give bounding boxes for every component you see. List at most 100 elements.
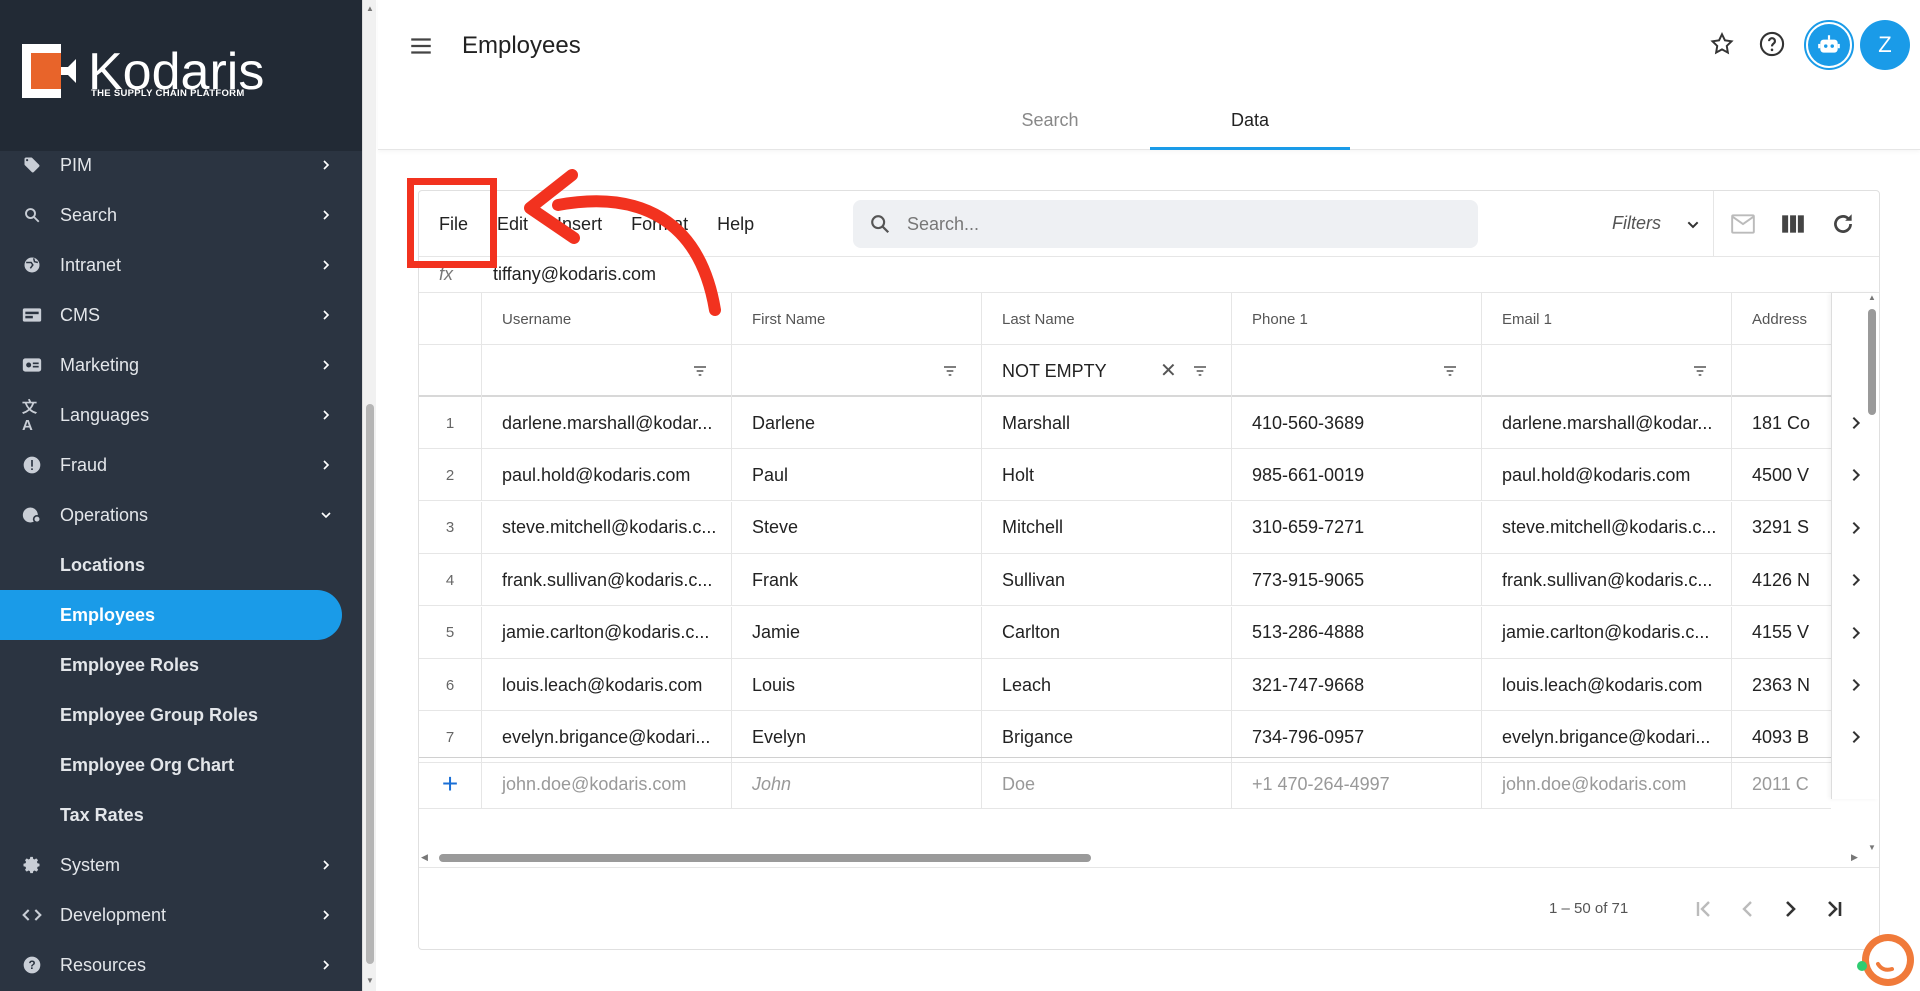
cell-first-name[interactable]: Darlene: [732, 397, 982, 449]
row-expand-chevron-icon[interactable]: [1848, 625, 1864, 641]
sidebar-subitem-employee-org-chart[interactable]: Employee Org Chart: [0, 740, 362, 790]
assistant-bot-button[interactable]: [1804, 20, 1854, 70]
cell-last-name[interactable]: Leach: [982, 659, 1232, 711]
sidebar-subitem-tax-rates[interactable]: Tax Rates: [0, 790, 362, 840]
brand-logo[interactable]: Kodaris THE SUPPLY CHAIN PLATFORM: [0, 0, 362, 151]
column-header-phone-1[interactable]: Phone 1: [1232, 293, 1482, 345]
scroll-down-icon[interactable]: ▼: [366, 976, 374, 985]
cell-email-1[interactable]: darlene.marshall@kodar...: [1482, 397, 1732, 449]
filter-cell-phone-1[interactable]: [1232, 345, 1482, 397]
vertical-scrollbar[interactable]: ▲ ▼: [1865, 293, 1879, 858]
cell-email-1[interactable]: frank.sullivan@kodaris.c...: [1482, 554, 1732, 607]
new-row-phone-1[interactable]: +1 470-264-4997: [1232, 758, 1482, 808]
cell-username[interactable]: louis.leach@kodaris.com: [482, 659, 732, 711]
sidebar-subitem-employee-group-roles[interactable]: Employee Group Roles: [0, 690, 362, 740]
scroll-up-icon[interactable]: ▲: [366, 4, 374, 13]
scroll-right-icon[interactable]: ▶: [1851, 852, 1858, 863]
filter-icon[interactable]: [692, 363, 708, 379]
cell-username[interactable]: frank.sullivan@kodaris.c...: [482, 554, 732, 607]
column-header-first-name[interactable]: First Name: [732, 293, 982, 345]
scroll-left-icon[interactable]: ◀: [421, 852, 428, 863]
sidebar-item-development[interactable]: Development: [0, 890, 362, 940]
table-row[interactable]: 2 paul.hold@kodaris.com Paul Holt 985-661-00…: [419, 449, 1831, 502]
sidebar-item-operations[interactable]: Operations: [0, 490, 362, 540]
new-row-email-1[interactable]: john.doe@kodaris.com: [1482, 758, 1732, 808]
new-row-address[interactable]: 2011 C: [1732, 758, 1831, 808]
first-page-button[interactable]: [1689, 894, 1719, 924]
tab-data[interactable]: Data: [1150, 100, 1350, 150]
cell-address[interactable]: 2363 N: [1732, 659, 1831, 711]
sidebar-subitem-employees[interactable]: Employees: [0, 590, 342, 640]
sidebar-item-search[interactable]: Search: [0, 190, 362, 240]
email-icon[interactable]: [1730, 211, 1756, 237]
row-expand-chevron-icon[interactable]: [1848, 677, 1864, 693]
scrollbar-thumb[interactable]: [439, 854, 1091, 862]
filter-cell-email-1[interactable]: [1482, 345, 1732, 397]
filter-icon[interactable]: [1692, 363, 1708, 379]
cell-last-name[interactable]: Mitchell: [982, 501, 1232, 554]
table-row[interactable]: 6 louis.leach@kodaris.com Louis Leach 321-74…: [419, 659, 1831, 711]
sidebar-item-marketing[interactable]: Marketing: [0, 340, 362, 390]
cell-last-name[interactable]: Marshall: [982, 397, 1232, 449]
scroll-up-icon[interactable]: ▲: [1868, 293, 1876, 302]
table-row[interactable]: 7 evelyn.brigance@kodari... Evelyn Brigance…: [419, 711, 1831, 764]
cell-phone-1[interactable]: 321-747-9668: [1232, 659, 1482, 711]
cell-address[interactable]: 3291 S: [1732, 502, 1831, 554]
column-header-address[interactable]: Address: [1732, 293, 1831, 345]
last-page-button[interactable]: [1819, 894, 1849, 924]
grid-search-input[interactable]: [907, 208, 1447, 240]
help-icon[interactable]: [1752, 24, 1792, 64]
cell-first-name[interactable]: Jamie: [732, 606, 982, 659]
cell-email-1[interactable]: evelyn.brigance@kodari...: [1482, 711, 1732, 764]
cell-last-name[interactable]: Sullivan: [982, 554, 1232, 607]
prev-page-button[interactable]: [1733, 894, 1763, 924]
next-page-button[interactable]: [1775, 894, 1805, 924]
cell-last-name[interactable]: Brigance: [982, 711, 1232, 764]
row-expand-chevron-icon[interactable]: [1848, 729, 1864, 745]
cell-username[interactable]: paul.hold@kodaris.com: [482, 449, 732, 502]
cell-phone-1[interactable]: 513-286-4888: [1232, 606, 1482, 659]
user-avatar[interactable]: Z: [1860, 20, 1910, 70]
row-expand-chevron-icon[interactable]: [1848, 572, 1864, 588]
cell-first-name[interactable]: Steve: [732, 501, 982, 554]
sidebar-item-resources[interactable]: ? Resources: [0, 940, 362, 990]
sidebar-subitem-locations[interactable]: Locations: [0, 540, 362, 590]
cell-email-1[interactable]: paul.hold@kodaris.com: [1482, 449, 1732, 502]
filter-cell-last-name[interactable]: NOT EMPTY ✕: [982, 345, 1232, 397]
horizontal-scrollbar[interactable]: ◀ ▶: [419, 851, 1865, 865]
sidebar-item-intranet[interactable]: Intranet: [0, 240, 362, 290]
cell-address[interactable]: 181 Co: [1732, 397, 1831, 449]
cell-address[interactable]: 4155 V: [1732, 607, 1831, 659]
chevron-down-icon[interactable]: [1685, 217, 1701, 233]
cell-address[interactable]: 4126 N: [1732, 554, 1831, 606]
sidebar-item-pim[interactable]: PIM: [0, 140, 362, 190]
sidebar-item-languages[interactable]: 文A Languages: [0, 390, 362, 440]
row-expand-chevron-icon[interactable]: [1848, 520, 1864, 536]
cell-first-name[interactable]: Evelyn: [732, 711, 982, 764]
cell-email-1[interactable]: louis.leach@kodaris.com: [1482, 659, 1732, 711]
cell-email-1[interactable]: jamie.carlton@kodaris.c...: [1482, 606, 1732, 659]
favorite-star-icon[interactable]: [1702, 24, 1742, 64]
cell-phone-1[interactable]: 734-796-0957: [1232, 711, 1482, 764]
columns-icon[interactable]: [1780, 211, 1806, 237]
refresh-icon[interactable]: [1830, 211, 1856, 237]
row-expand-chevron-icon[interactable]: [1848, 467, 1864, 483]
cell-username[interactable]: evelyn.brigance@kodari...: [482, 711, 732, 764]
cell-last-name[interactable]: Holt: [982, 449, 1232, 502]
sidebar-item-cms[interactable]: CMS: [0, 290, 362, 340]
column-header-email-1[interactable]: Email 1: [1482, 293, 1732, 345]
row-expand-chevron-icon[interactable]: [1848, 415, 1864, 431]
cell-email-1[interactable]: steve.mitchell@kodaris.c...: [1482, 501, 1732, 554]
column-header-last-name[interactable]: Last Name: [982, 293, 1232, 345]
cell-address[interactable]: 4500 V: [1732, 449, 1831, 501]
cell-phone-1[interactable]: 773-915-9065: [1232, 554, 1482, 607]
scroll-down-icon[interactable]: ▼: [1868, 843, 1876, 852]
sidebar-item-fraud[interactable]: Fraud: [0, 440, 362, 490]
table-row[interactable]: 3 steve.mitchell@kodaris.c... Steve Mitchel…: [419, 501, 1831, 554]
cell-phone-1[interactable]: 410-560-3689: [1232, 397, 1482, 449]
filter-cell-address[interactable]: [1732, 345, 1831, 397]
tab-search[interactable]: Search: [950, 100, 1150, 150]
cell-username[interactable]: darlene.marshall@kodar...: [482, 397, 732, 449]
chat-widget-button[interactable]: [1854, 928, 1918, 991]
cell-first-name[interactable]: Louis: [732, 659, 982, 711]
